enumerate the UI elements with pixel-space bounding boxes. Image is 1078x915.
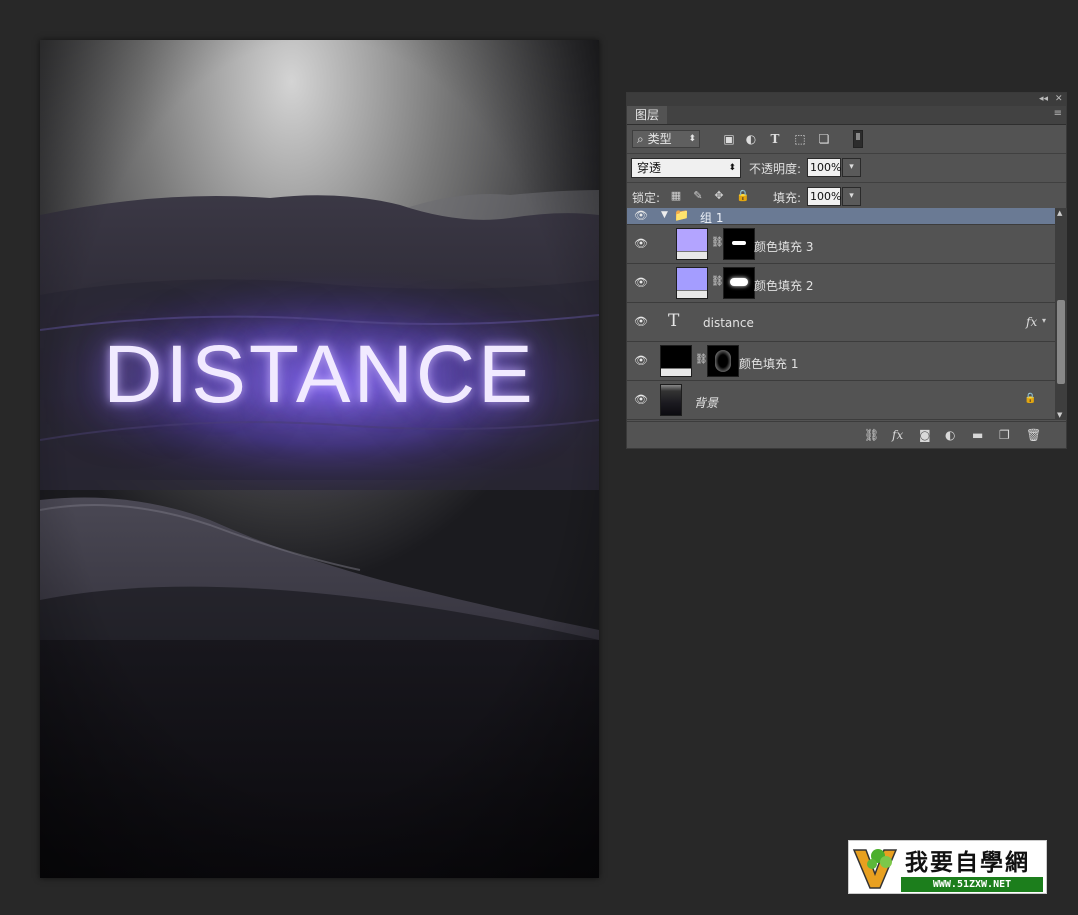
visibility-eye-icon[interactable]: 👁 bbox=[633, 393, 649, 406]
blend-mode-select[interactable]: 穿透 ⬍ bbox=[631, 158, 741, 178]
text-layer-icon[interactable]: T bbox=[668, 311, 679, 331]
visibility-eye-icon[interactable]: 👁 bbox=[633, 354, 649, 367]
link-chain-icon[interactable]: ⛓ bbox=[695, 354, 708, 365]
layers-list: 👁 ▼ 📁 组 1 👁 ⛓ 颜色填充 3 👁 ⛓ 颜色填充 2 👁 T dist… bbox=[627, 208, 1055, 420]
layer-effects-fx-icon[interactable]: fx bbox=[1026, 315, 1037, 329]
scroll-down-arrow-icon[interactable]: ▼ bbox=[1057, 411, 1062, 419]
adjustment-filter-icon[interactable]: ◐ bbox=[744, 132, 758, 146]
layer-color-thumbnail[interactable] bbox=[676, 267, 708, 299]
layer-row-color-fill-1[interactable]: 👁 ⛓ 颜色填充 1 bbox=[627, 342, 1055, 381]
fill-input[interactable]: 100% bbox=[807, 187, 841, 206]
layer-name[interactable]: 组 1 bbox=[700, 209, 723, 226]
close-panel-icon[interactable]: ✕ bbox=[1055, 93, 1063, 106]
visibility-eye-icon[interactable]: 👁 bbox=[633, 315, 649, 328]
layer-name[interactable]: distance bbox=[703, 316, 754, 330]
delete-layer-trash-icon[interactable]: 🗑 bbox=[1026, 428, 1041, 442]
tab-layers[interactable]: 图层 bbox=[627, 106, 668, 124]
shape-filter-icon[interactable]: ⬚ bbox=[793, 132, 807, 146]
blend-mode-value: 穿透 bbox=[637, 161, 662, 175]
layer-mask-thumbnail[interactable] bbox=[723, 267, 755, 299]
lock-icon: 🔒 bbox=[1024, 393, 1037, 404]
filter-toggle-switch[interactable] bbox=[853, 130, 863, 148]
smart-object-filter-icon[interactable]: ❏ bbox=[817, 132, 831, 146]
layer-image-thumbnail[interactable] bbox=[660, 384, 682, 416]
link-layers-icon[interactable]: ⛓ bbox=[864, 428, 879, 442]
link-chain-icon[interactable]: ⛓ bbox=[711, 276, 724, 287]
search-icon: ⌕ bbox=[637, 132, 644, 146]
layer-name[interactable]: 背景 bbox=[694, 394, 718, 411]
visibility-eye-icon[interactable]: 👁 bbox=[633, 276, 649, 289]
layer-color-thumbnail[interactable] bbox=[676, 228, 708, 260]
fill-dropdown-button[interactable]: ▾ bbox=[842, 187, 861, 206]
layer-row-color-fill-3[interactable]: 👁 ⛓ 颜色填充 3 bbox=[627, 225, 1055, 264]
layers-panel-footer: ⛓ fx ◙ ◐ ▬ ❐ 🗑 bbox=[627, 421, 1066, 448]
layer-mask-thumbnail[interactable] bbox=[723, 228, 755, 260]
layer-color-thumbnail[interactable] bbox=[660, 345, 692, 377]
folder-icon: 📁 bbox=[674, 208, 689, 222]
layer-row-distance[interactable]: 👁 T distance fx ▾ bbox=[627, 303, 1055, 342]
opacity-dropdown-button[interactable]: ▾ bbox=[842, 158, 861, 177]
opacity-label: 不透明度: bbox=[749, 162, 802, 176]
watermark-logo: 我要自學網 WWW.51ZXW.NET bbox=[848, 840, 1047, 894]
layers-scrollbar[interactable]: ▲ ▼ bbox=[1055, 208, 1067, 420]
filter-kind-label: 类型 bbox=[647, 132, 672, 146]
visibility-eye-icon[interactable]: 👁 bbox=[633, 237, 649, 250]
document-canvas[interactable]: DISTANCE bbox=[40, 40, 599, 878]
layer-filter-select[interactable]: ⌕ 类型 ⬍ bbox=[632, 130, 700, 148]
chevron-down-icon[interactable]: ▾ bbox=[1042, 316, 1046, 325]
layer-row-background[interactable]: 👁 背景 🔒 bbox=[627, 381, 1055, 420]
lock-label: 锁定: bbox=[632, 191, 661, 205]
layers-panel: ◂◂ ✕ 图层 ≡ ⌕ 类型 ⬍ ▣ ◐ T ⬚ ❏ 穿透 ⬍ 不透明度: 10… bbox=[626, 92, 1067, 449]
image-filter-icon[interactable]: ▣ bbox=[722, 132, 736, 146]
new-layer-icon[interactable]: ❐ bbox=[999, 428, 1010, 442]
layer-name[interactable]: 颜色填充 2 bbox=[754, 277, 813, 294]
layer-row-color-fill-2[interactable]: 👁 ⛓ 颜色填充 2 bbox=[627, 264, 1055, 303]
panel-title-bar[interactable]: ◂◂ ✕ bbox=[627, 93, 1066, 106]
lock-position-icon[interactable]: ✥ bbox=[713, 190, 725, 202]
scrollbar-thumb[interactable] bbox=[1057, 300, 1065, 384]
layer-row-group-1[interactable]: 👁 ▼ 📁 组 1 bbox=[627, 208, 1055, 225]
panel-menu-icon[interactable]: ≡ bbox=[1054, 108, 1062, 119]
new-group-folder-icon[interactable]: ▬ bbox=[972, 428, 983, 442]
add-layer-style-fx-icon[interactable]: fx bbox=[892, 428, 903, 442]
collapse-panel-icon[interactable]: ◂◂ bbox=[1039, 93, 1048, 106]
lock-image-pixels-icon[interactable]: ✎ bbox=[692, 190, 704, 202]
lock-all-icon[interactable]: 🔒 bbox=[736, 190, 750, 202]
type-filter-icon[interactable]: T bbox=[768, 132, 782, 146]
lock-transparent-pixels-icon[interactable]: ▦ bbox=[670, 190, 682, 202]
chevron-updown-icon: ⬍ bbox=[728, 163, 736, 173]
fill-label: 填充: bbox=[773, 191, 802, 205]
opacity-input[interactable]: 100% bbox=[807, 158, 841, 177]
scroll-up-arrow-icon[interactable]: ▲ bbox=[1057, 209, 1062, 217]
poster-title-text: DISTANCE bbox=[103, 329, 536, 420]
add-mask-icon[interactable]: ◙ bbox=[919, 428, 931, 442]
watermark-url: WWW.51ZXW.NET bbox=[901, 877, 1043, 892]
chevron-updown-icon: ⬍ bbox=[688, 134, 696, 144]
logo-v-icon bbox=[852, 844, 898, 890]
new-adjustment-layer-icon[interactable]: ◐ bbox=[945, 428, 955, 442]
watermark-title: 我要自學網 bbox=[905, 849, 1030, 876]
visibility-eye-icon[interactable]: 👁 bbox=[633, 209, 649, 222]
link-chain-icon[interactable]: ⛓ bbox=[711, 237, 724, 248]
disclosure-triangle-icon[interactable]: ▼ bbox=[661, 210, 668, 220]
layer-mask-thumbnail[interactable] bbox=[707, 345, 739, 377]
layer-name[interactable]: 颜色填充 3 bbox=[754, 238, 813, 255]
poster-artwork bbox=[40, 40, 599, 878]
layer-name[interactable]: 颜色填充 1 bbox=[739, 355, 798, 372]
